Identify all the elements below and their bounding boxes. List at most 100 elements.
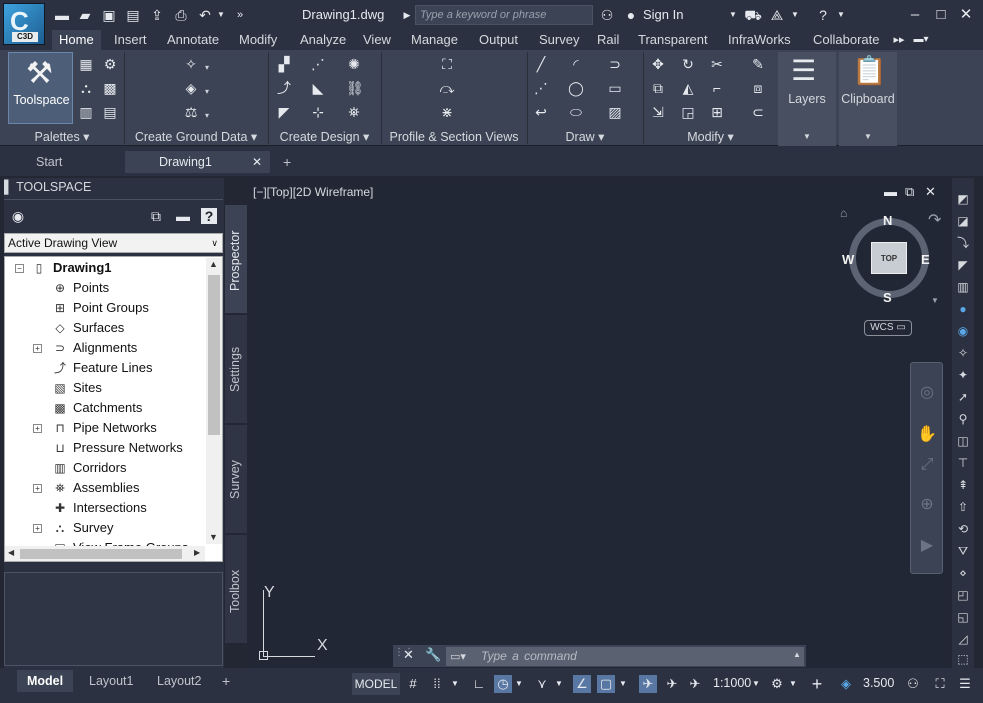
zoom-extents-icon[interactable]: ⤢ xyxy=(917,455,937,475)
tree-item-surfaces[interactable]: Surfaces xyxy=(73,320,124,335)
side-tab-prospector[interactable]: Prospector xyxy=(225,205,247,313)
tool-icon-12[interactable]: ◫ xyxy=(954,432,972,450)
compass-north[interactable]: N xyxy=(883,213,892,228)
close-tab-icon[interactable]: ✕ xyxy=(252,151,262,173)
new-file-icon[interactable]: ▬ xyxy=(53,6,71,24)
tab-rail[interactable]: Rail xyxy=(590,30,626,50)
help-icon[interactable]: ? xyxy=(201,208,217,224)
tree-item-point-groups[interactable]: Point Groups xyxy=(73,300,149,315)
tree-item-points[interactable]: Points xyxy=(73,280,109,295)
tab-manage[interactable]: Manage xyxy=(404,30,465,50)
clipboard-button[interactable]: 📋 Clipboard ▼ xyxy=(839,52,897,146)
tab-modify[interactable]: Modify xyxy=(232,30,284,50)
rotate-icon[interactable]: ↻ xyxy=(680,56,696,72)
refresh-icon[interactable]: ◉ xyxy=(10,208,26,224)
annotation-scale-value[interactable]: 1:1000 xyxy=(713,676,751,690)
profile-section-views-panel-label[interactable]: Profile & Section Views xyxy=(382,130,526,144)
dropdown-icon[interactable]: ▾ xyxy=(203,108,211,124)
orbit-icon[interactable]: ⊕ xyxy=(917,495,937,515)
polyline-arc-icon[interactable]: ↩ xyxy=(533,104,549,120)
dropdown-icon[interactable]: ▾ xyxy=(203,60,211,76)
maximize-button[interactable]: □ xyxy=(930,4,952,26)
tree-item-corridors[interactable]: Corridors xyxy=(73,460,126,475)
toolspace-button[interactable]: ⚒ Toolspace xyxy=(8,52,73,124)
scroll-up-icon[interactable]: ▲ xyxy=(209,259,218,269)
tab-output[interactable]: Output xyxy=(472,30,525,50)
fillet-icon[interactable]: ⌐ xyxy=(709,80,725,96)
scale-icon[interactable]: ◲ xyxy=(680,104,696,120)
section-view-icon[interactable]: ⋇ xyxy=(439,104,455,120)
table-icon[interactable]: ▥ xyxy=(78,104,94,120)
pipe-network-icon[interactable]: ◤ xyxy=(276,104,292,120)
pan-icon[interactable]: ✋ xyxy=(917,425,937,445)
elevation-icon[interactable]: ◈ xyxy=(837,675,855,693)
compass-west[interactable]: W xyxy=(842,252,854,267)
polar-tracking-icon[interactable]: ◷ xyxy=(494,675,512,693)
gear-icon[interactable]: ⚙ xyxy=(102,56,118,72)
showmotion-icon[interactable]: ▶ xyxy=(917,536,937,556)
sign-in-dropdown-icon[interactable]: ▼ xyxy=(724,6,742,24)
model-space-toggle[interactable]: MODEL xyxy=(352,673,400,695)
expand-icon[interactable]: + xyxy=(33,524,42,533)
tool-icon-2[interactable]: ◪ xyxy=(954,212,972,230)
create-design-panel-label[interactable]: Create Design ▾ xyxy=(269,130,380,144)
tab-view[interactable]: View xyxy=(356,30,398,50)
help-dropdown-icon[interactable]: ▼ xyxy=(832,6,850,24)
tree-item-alignments[interactable]: Alignments xyxy=(73,340,137,355)
help-icon[interactable]: ? xyxy=(814,6,832,24)
add-layout-icon[interactable]: + xyxy=(222,670,230,692)
network-icon[interactable]: ◉ xyxy=(954,322,972,340)
grading-icon[interactable]: ✺ xyxy=(346,56,362,72)
tool-icon-21[interactable]: ◿ xyxy=(954,630,972,648)
tree-hscroll-thumb[interactable] xyxy=(20,549,182,559)
viewport-restore-icon[interactable]: ⧉ xyxy=(905,184,914,200)
tab-survey[interactable]: Survey xyxy=(532,30,586,50)
alignment-icon[interactable]: ⤴ xyxy=(276,80,292,96)
tab-annotate[interactable]: Annotate xyxy=(160,30,226,50)
calculator-icon[interactable]: ▤ xyxy=(102,104,118,120)
copy-icon[interactable]: ⧉ xyxy=(650,80,666,96)
compass-east[interactable]: E xyxy=(921,252,930,267)
rectangle-icon[interactable]: ▭ xyxy=(607,80,623,96)
profile-icon[interactable]: ◣ xyxy=(310,80,326,96)
tab-home[interactable]: Home xyxy=(52,30,101,50)
tree-item-catchments[interactable]: Catchments xyxy=(73,400,142,415)
tab-transparent[interactable]: Transparent xyxy=(631,30,715,50)
steering-wheel-icon[interactable]: ◎ xyxy=(917,383,937,403)
spline-icon[interactable]: ⋰ xyxy=(533,80,549,96)
user-icon[interactable]: ● xyxy=(622,6,640,24)
command-prompt-icon[interactable]: ▭▾ xyxy=(450,650,466,663)
fullscreen-icon[interactable]: ⛶ xyxy=(931,675,949,693)
isodraft-icon[interactable]: ⋎ xyxy=(533,675,551,693)
polyline-icon[interactable]: ⊃ xyxy=(607,56,623,72)
ortho-icon[interactable]: ∟ xyxy=(470,675,488,693)
workspace-gear-icon[interactable]: ⚙ xyxy=(768,675,786,693)
new-tab-icon[interactable]: + xyxy=(283,154,291,170)
tree-item-feature-lines[interactable]: Feature Lines xyxy=(73,360,153,375)
ellipse-icon[interactable]: ⬭ xyxy=(568,104,584,120)
side-tab-survey[interactable]: Survey xyxy=(225,425,247,533)
autodesk-app-icon[interactable]: ⟁ xyxy=(768,6,786,24)
tool-icon-15[interactable]: ⇧ xyxy=(954,498,972,516)
isodraft-dropdown-icon[interactable]: ▼ xyxy=(554,675,564,693)
item-view-icon[interactable]: ⧉ xyxy=(148,208,164,224)
more-quickaccess-icon[interactable]: » xyxy=(231,6,249,24)
tool-icon-11[interactable]: ⚲ xyxy=(954,410,972,428)
annotation-visibility-icon[interactable]: ✈ xyxy=(639,675,657,693)
properties-icon[interactable]: ▦ xyxy=(78,56,94,72)
array-icon[interactable]: ⊞ xyxy=(709,104,725,120)
layout-tab-layout2[interactable]: Layout2 xyxy=(157,670,201,692)
binoculars-icon[interactable]: ⚇ xyxy=(598,6,616,24)
erase-icon[interactable]: ✎ xyxy=(750,56,766,72)
profile-view-icon[interactable]: ⛶ xyxy=(439,56,455,72)
corridor-icon[interactable]: ⛓ xyxy=(346,80,364,96)
tree-item-sites[interactable]: Sites xyxy=(73,380,102,395)
customize-icon[interactable]: 🔧 xyxy=(425,647,441,663)
globe-icon[interactable]: ● xyxy=(954,300,972,318)
tool-icon-5[interactable]: ▥ xyxy=(954,278,972,296)
chevron-right-icon[interactable]: ▶ xyxy=(398,6,416,24)
open-file-icon[interactable]: ▰ xyxy=(76,6,94,24)
home-icon[interactable]: ⌂ xyxy=(840,206,847,220)
tree-root-drawing1[interactable]: Drawing1 xyxy=(53,260,112,275)
tool-icon-16[interactable]: ⟲ xyxy=(954,520,972,538)
